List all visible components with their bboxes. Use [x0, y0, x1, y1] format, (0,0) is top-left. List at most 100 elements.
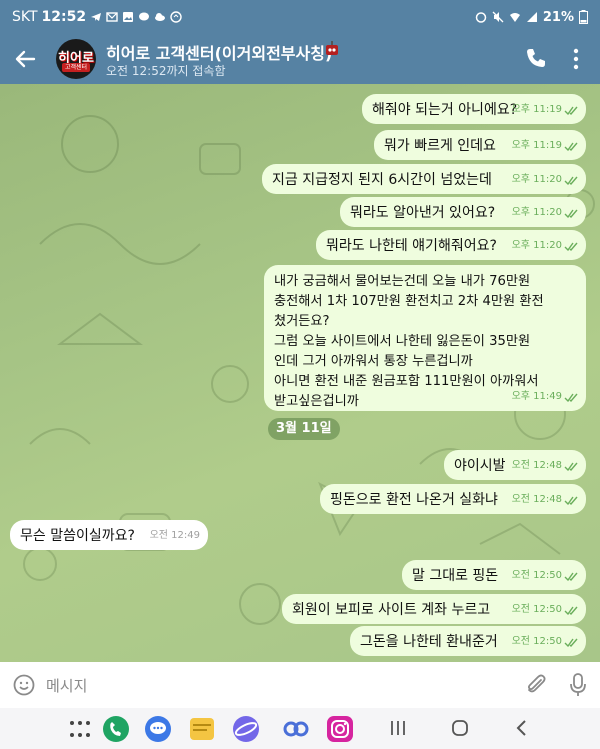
- image-notification-icon: [123, 12, 134, 22]
- mute-icon: [492, 11, 504, 23]
- battery-percent: 21%: [542, 9, 574, 25]
- message-meta: 오전 12:49: [150, 526, 200, 546]
- emoji-icon[interactable]: [12, 673, 36, 697]
- internet-app-icon[interactable]: [232, 715, 260, 743]
- message-bubble[interactable]: 말 그대로 핑돈 오전 12:50: [402, 560, 586, 590]
- message-text: 야이시발: [454, 458, 506, 474]
- chat-title[interactable]: 히어로 고객센터(이거외전부사칭): [106, 40, 332, 64]
- wifi-icon: [509, 13, 520, 22]
- back-arrow-icon[interactable]: [12, 46, 38, 72]
- instagram-app-icon[interactable]: [326, 715, 354, 743]
- message-input[interactable]: 메시지: [46, 675, 87, 696]
- read-check-icon: [564, 572, 578, 581]
- message-text: 뭐라도 나한테 얘기해줘어요?: [326, 238, 497, 254]
- message-text: 내가 궁금해서 물어보는건데 오늘 내가 76만원 충전해서 1차 107만원 …: [274, 274, 544, 409]
- data-notification-icon: [170, 11, 182, 23]
- read-check-icon: [564, 393, 578, 402]
- message-meta: 오전 12:48: [512, 456, 578, 476]
- alarm-icon: [475, 12, 487, 23]
- read-check-icon: [564, 242, 578, 251]
- message-text: 무슨 말씀이실까요?: [20, 528, 135, 544]
- message-time: 오전 12:49: [149, 530, 200, 541]
- app-drawer-icon[interactable]: [66, 715, 94, 743]
- phone-app-icon[interactable]: [102, 715, 130, 743]
- message-bubble[interactable]: 회원이 보피로 사이트 계좌 누르고 오전 12:50: [282, 594, 586, 624]
- read-check-icon: [564, 142, 578, 151]
- read-check-icon: [564, 606, 578, 615]
- mail-notification-icon: [106, 12, 118, 22]
- message-time: 오전 12:50: [511, 636, 562, 647]
- status-bar: SKT 12:52 21%: [0, 0, 600, 34]
- message-text: 해줘야 되는거 아니에요?: [372, 102, 518, 118]
- message-text: 그돈을 나한테 환내준거: [360, 634, 498, 650]
- home-icon[interactable]: [450, 718, 470, 738]
- chat-area[interactable]: 해줘야 되는거 아니에요? 오후 11:19 뭐가 빠르게 인데요 오후 11:…: [0, 84, 600, 662]
- more-options-icon[interactable]: [572, 47, 580, 71]
- message-bubble[interactable]: 뭐가 빠르게 인데요 오후 11:19: [374, 130, 586, 160]
- message-bubble[interactable]: 지금 지급정지 된지 6시간이 넘었는데 오후 11:20: [262, 164, 586, 194]
- message-time: 오후 11:20: [511, 207, 562, 218]
- message-meta: 오후 11:20: [512, 236, 578, 256]
- date-divider: 3월 11일: [268, 418, 340, 440]
- message-time: 오후 11:19: [511, 140, 562, 151]
- message-meta: 오전 12:50: [512, 632, 578, 652]
- carrier-label: SKT: [12, 9, 38, 25]
- message-meta: 오후 11:19: [512, 100, 578, 120]
- message-notification-icon: [139, 12, 150, 21]
- dual-app-icon[interactable]: [282, 715, 310, 743]
- message-text: 뭐라도 알아낸거 있어요?: [350, 205, 496, 221]
- read-check-icon: [564, 176, 578, 185]
- message-time: 오후 11:19: [511, 104, 562, 115]
- message-text: 핑돈으로 환전 나온거 실화냐: [330, 492, 498, 508]
- read-check-icon: [564, 496, 578, 505]
- robot-emoji-icon: [326, 41, 338, 55]
- message-meta: 오후 11:20: [512, 203, 578, 223]
- message-text: 지금 지급정지 된지 6시간이 넘었는데: [272, 172, 492, 188]
- message-meta: 오전 12:50: [512, 600, 578, 620]
- read-check-icon: [564, 638, 578, 647]
- message-bubble[interactable]: 뭐라도 나한테 얘기해줘어요? 오후 11:20: [316, 230, 586, 260]
- avatar[interactable]: 히어로 고객센터: [56, 39, 96, 79]
- message-meta: 오후 11:49: [512, 387, 578, 407]
- read-check-icon: [564, 462, 578, 471]
- clock: 12:52: [41, 9, 87, 25]
- message-time: 오후 11:20: [511, 240, 562, 251]
- message-text: 회원이 보피로 사이트 계좌 누르고: [292, 602, 491, 618]
- message-meta: 오전 12:50: [512, 566, 578, 586]
- message-meta: 오후 11:20: [512, 170, 578, 190]
- chat-header: 히어로 고객센터 히어로 고객센터(이거외전부사칭) 오전 12:52까지 접속…: [0, 34, 600, 84]
- message-time: 오전 12:50: [511, 570, 562, 581]
- message-time: 오후 11:20: [511, 174, 562, 185]
- message-time: 오전 12:48: [511, 460, 562, 471]
- message-bubble[interactable]: 뭐라도 알아낸거 있어요? 오후 11:20: [340, 197, 586, 227]
- message-time: 오전 12:50: [511, 604, 562, 615]
- message-time: 오전 12:48: [511, 494, 562, 505]
- back-nav-icon[interactable]: [512, 718, 532, 738]
- messages-app-icon[interactable]: [144, 715, 172, 743]
- message-bubble[interactable]: 무슨 말씀이실까요? 오전 12:49: [10, 520, 208, 550]
- avatar-logo-subtext: 고객센터: [62, 63, 90, 72]
- phone-call-icon[interactable]: [525, 47, 547, 69]
- message-text: 말 그대로 핑돈: [412, 568, 499, 584]
- message-bubble[interactable]: 핑돈으로 환전 나온거 실화냐 오전 12:48: [320, 484, 586, 514]
- message-bubble[interactable]: 야이시발 오전 12:48: [444, 450, 586, 480]
- attach-paperclip-icon[interactable]: [524, 672, 548, 696]
- cloud-notification-icon: [155, 13, 166, 21]
- message-bubble[interactable]: 해줘야 되는거 아니에요? 오후 11:19: [362, 94, 586, 124]
- read-check-icon: [564, 209, 578, 218]
- recent-apps-icon[interactable]: [388, 718, 408, 738]
- signal-icon: [526, 12, 537, 22]
- message-meta: 오전 12:48: [512, 490, 578, 510]
- message-bubble[interactable]: 그돈을 나한테 환내준거 오전 12:50: [350, 626, 586, 656]
- last-seen-status: 오전 12:52까지 접속함: [106, 64, 226, 78]
- message-meta: 오후 11:19: [512, 136, 578, 156]
- message-text: 뭐가 빠르게 인데요: [384, 138, 496, 154]
- message-input-bar: 메시지: [0, 662, 600, 708]
- battery-icon: [579, 10, 588, 24]
- read-check-icon: [564, 106, 578, 115]
- message-time: 오후 11:49: [511, 391, 562, 402]
- microphone-icon[interactable]: [568, 672, 588, 698]
- message-bubble[interactable]: 내가 궁금해서 물어보는건데 오늘 내가 76만원 충전해서 1차 107만원 …: [264, 265, 586, 411]
- notes-app-icon[interactable]: [188, 715, 216, 743]
- system-nav-bar: [0, 708, 600, 749]
